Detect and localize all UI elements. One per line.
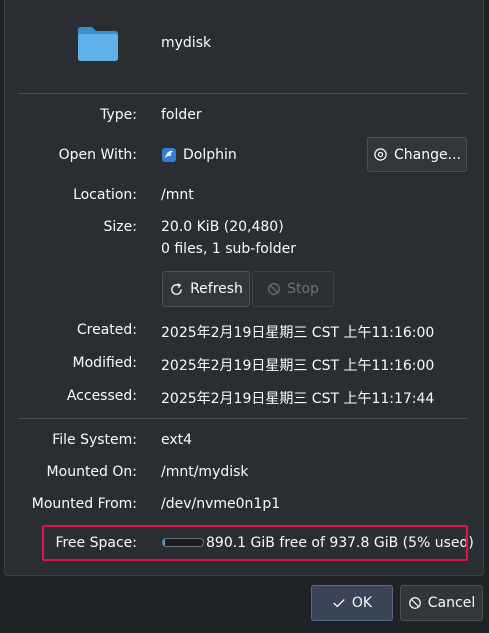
dolphin-icon	[161, 147, 177, 163]
created-label: Created:	[76, 322, 137, 338]
refresh-icon	[169, 282, 184, 297]
ok-button-label: OK	[351, 595, 373, 611]
folder-icon	[76, 24, 120, 62]
settings-icon	[373, 147, 388, 162]
file-name[interactable]: mydisk	[161, 35, 211, 51]
check-icon	[332, 596, 346, 610]
file-system-value: ext4	[161, 432, 193, 448]
cancel-icon	[408, 596, 422, 610]
mounted-on-value: /mnt/mydisk	[161, 464, 249, 480]
size-label: Size:	[103, 219, 137, 235]
cancel-button[interactable]: Cancel	[400, 585, 483, 621]
accessed-value: 2025年2月19日星期三 CST 上午11:17:44	[161, 391, 435, 407]
mounted-from-value: /dev/nvme0n1p1	[161, 496, 281, 512]
stop-button[interactable]: Stop	[252, 271, 334, 307]
change-button-label: Change...	[394, 146, 461, 163]
accessed-label: Accessed:	[66, 388, 137, 404]
stop-icon	[267, 282, 281, 296]
mounted-from-label: Mounted From:	[31, 496, 137, 512]
change-button[interactable]: Change...	[367, 137, 467, 172]
modified-label: Modified:	[72, 355, 137, 371]
mounted-on-label: Mounted On:	[46, 464, 137, 480]
cancel-button-label: Cancel	[427, 595, 476, 611]
refresh-button-label: Refresh	[190, 281, 243, 297]
size-value: 20.0 KiB (20,480)	[161, 219, 284, 235]
contents-value: 0 files, 1 sub-folder	[161, 241, 296, 257]
modified-value: 2025年2月19日星期三 CST 上午11:16:00	[161, 358, 435, 374]
file-system-label: File System:	[52, 432, 137, 448]
stop-button-label: Stop	[287, 281, 319, 297]
highlight-box	[42, 525, 468, 561]
created-value: 2025年2月19日星期三 CST 上午11:16:00	[161, 325, 435, 341]
ok-button[interactable]: OK	[311, 585, 393, 621]
type-value: folder	[161, 107, 202, 123]
separator	[18, 93, 468, 94]
open-with-value: Dolphin	[183, 147, 237, 163]
location-value: /mnt	[161, 187, 194, 203]
type-label: Type:	[100, 107, 137, 123]
location-label: Location:	[73, 187, 137, 203]
separator	[18, 418, 468, 419]
open-with-label: Open With:	[58, 147, 137, 163]
refresh-button[interactable]: Refresh	[162, 271, 250, 307]
